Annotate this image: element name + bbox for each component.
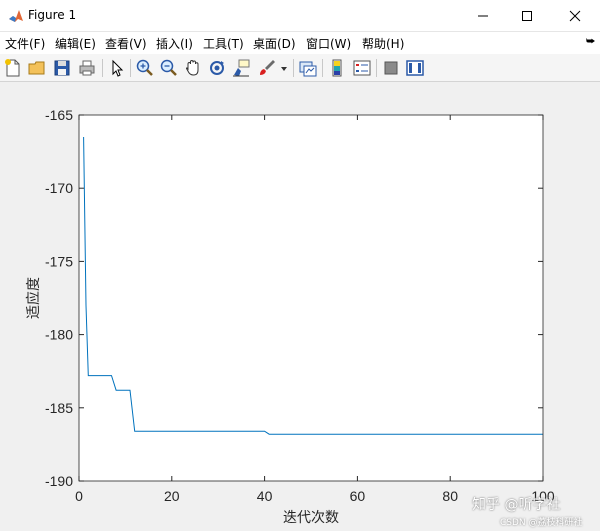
menu-help[interactable]: 帮助(H) [362,35,404,52]
hide-plot-tools-icon [384,61,398,75]
zoom-in-button[interactable] [135,58,155,78]
rotate-3d-icon [210,61,224,75]
figure-canvas: 0 20 40 60 80 100 -165 -170 -175 -180 -185 -190 迭代次… [0,82,600,531]
watermark-zhihu: 知乎 @听字社 [472,497,561,513]
title-bar: Figure 1 [0,0,600,32]
x-tick-label: 60 [350,488,366,504]
pointer-button[interactable] [107,58,127,78]
y-tick-label: -185 [45,400,73,416]
menu-tools[interactable]: 工具(T) [203,35,244,52]
x-axis-label: 迭代次数 [283,510,339,526]
toolbar-separator [293,59,294,77]
y-tick-label: -175 [45,253,73,269]
link-plot-button[interactable] [298,58,318,78]
rotate-3d-button[interactable] [207,58,227,78]
line-chart[interactable]: 0 20 40 60 80 100-165-170-175-180-185-190 迭代次… [0,82,600,531]
show-plot-tools-icon [406,60,424,76]
x-tick-label: 20 [164,488,180,504]
menu-edit[interactable]: 编辑(E) [55,35,96,52]
brush-dropdown[interactable] [279,58,289,78]
watermark-csdn: CSDN @荔枝科研社 [500,518,583,528]
minimize-icon [478,15,488,17]
link-plot-icon [299,61,317,77]
toolbar-separator [376,59,377,77]
hide-plot-tools-button[interactable] [381,58,401,78]
open-file-button[interactable] [27,58,47,78]
double-chevron-icon[interactable]: ⮩ [586,36,595,47]
menu-desktop[interactable]: 桌面(D) [253,35,296,52]
maximize-button[interactable] [504,0,550,32]
save-button[interactable] [52,58,72,78]
print-button[interactable] [77,58,97,78]
insert-legend-button[interactable] [352,58,372,78]
menu-insert[interactable]: 插入(I) [156,35,193,52]
y-tick-label: -190 [45,473,73,489]
save-icon [54,60,70,76]
y-tick-label: -180 [45,327,73,343]
x-tick-label: 80 [442,488,458,504]
maximize-icon [522,11,532,21]
pan-button[interactable] [183,58,203,78]
insert-colorbar-button[interactable] [327,58,347,78]
new-figure-icon [5,59,20,77]
zoom-out-button[interactable] [159,58,179,78]
open-file-icon [28,61,45,75]
minimize-button[interactable] [460,0,506,32]
x-tick-label: 40 [257,488,273,504]
data-cursor-icon [233,59,250,77]
y-tick-label: -165 [45,107,73,123]
brush-icon [260,60,275,75]
toolbar-separator [130,59,131,77]
pointer-icon [112,59,124,77]
figure-toolbar [0,54,600,82]
toolbar-separator [322,59,323,77]
show-plot-tools-button[interactable] [405,58,425,78]
close-button[interactable] [552,0,598,32]
data-cursor-button[interactable] [231,58,251,78]
toolbar-separator [102,59,103,77]
pan-icon [185,59,199,76]
brush-button[interactable] [257,58,277,78]
zoom-out-icon [160,59,177,76]
menu-bar: 文件(F) 编辑(E) 查看(V) 插入(I) 工具(T) 桌面(D) 窗口(W… [0,32,600,54]
matlab-logo-icon [8,8,24,24]
y-axis-label: 适应度 [25,277,42,319]
print-icon [79,60,95,76]
menu-view[interactable]: 查看(V) [105,35,147,52]
insert-legend-icon [353,60,371,76]
zoom-in-icon [136,59,153,76]
window-title: Figure 1 [28,8,77,22]
close-icon [569,10,581,22]
x-tick-label: 0 [75,488,83,504]
axes-background [79,115,543,481]
insert-colorbar-icon [332,59,342,77]
new-figure-button[interactable] [3,58,23,78]
menu-window[interactable]: 窗口(W) [306,35,351,52]
menu-file[interactable]: 文件(F) [5,35,45,52]
y-tick-label: -170 [45,180,73,196]
chevron-down-icon [281,67,287,71]
